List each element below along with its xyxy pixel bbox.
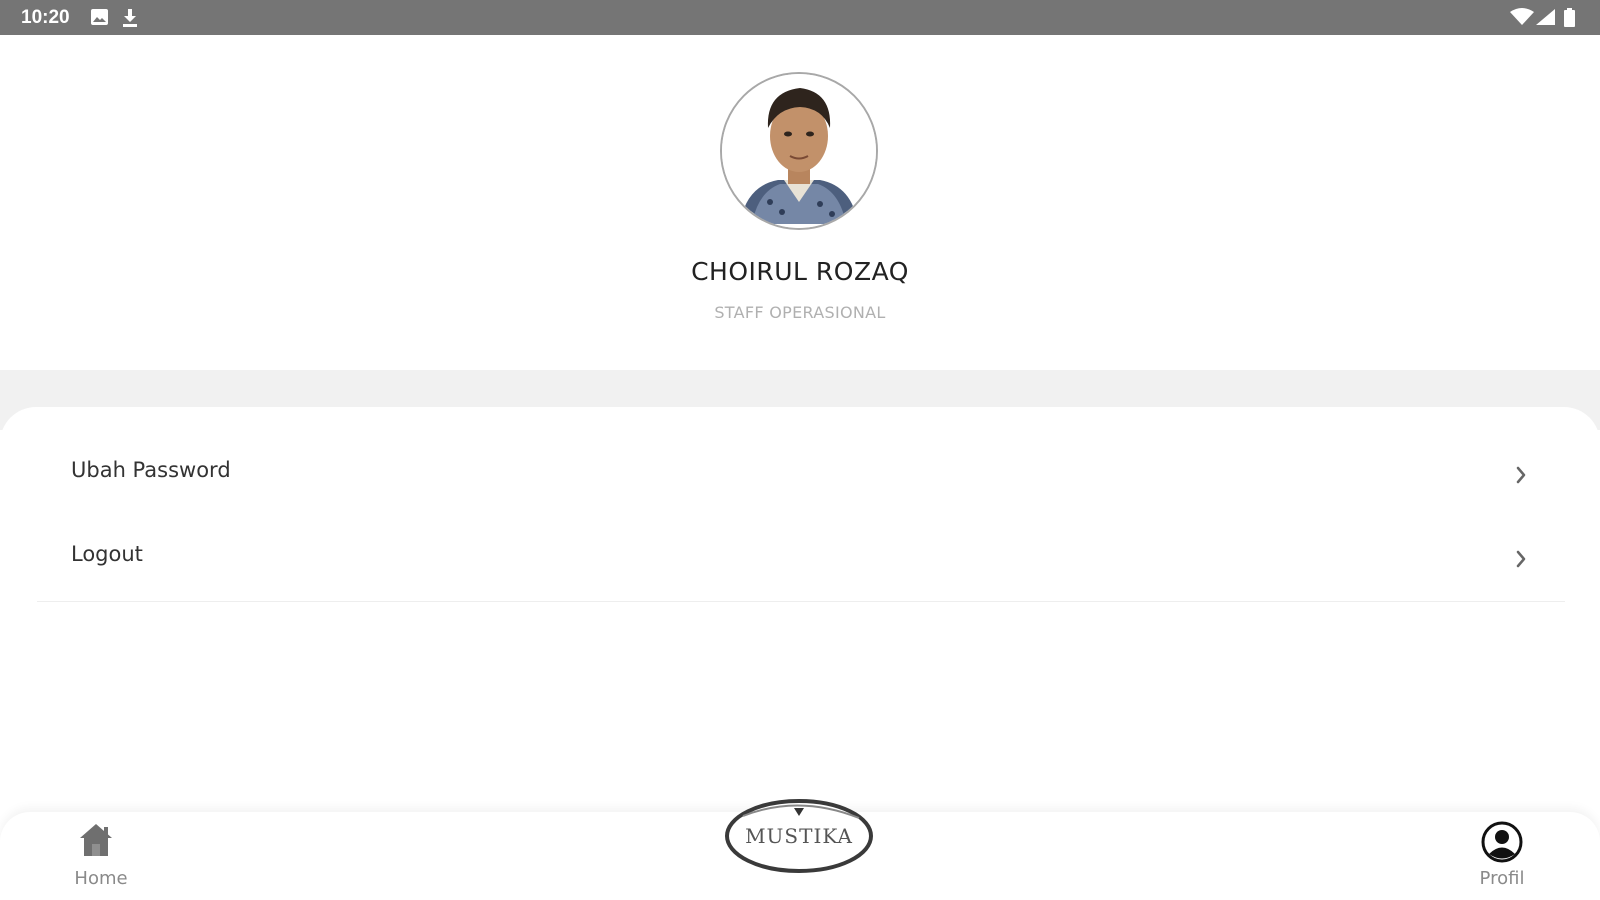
download-icon	[121, 8, 139, 32]
nav-profil[interactable]: Profil	[1452, 812, 1552, 900]
nav-profil-label: Profil	[1479, 868, 1525, 889]
battery-icon	[1564, 8, 1575, 31]
wifi-icon	[1510, 8, 1534, 30]
profile-name: CHOIRUL ROZAQ	[691, 257, 909, 286]
avatar-photo	[722, 74, 876, 228]
profile-header: CHOIRUL ROZAQ STAFF OPERASIONAL	[0, 35, 1600, 370]
status-time: 10:20	[21, 7, 70, 28]
account-circle-icon	[1481, 821, 1523, 867]
menu-item-label: Logout	[71, 542, 143, 566]
avatar	[720, 72, 878, 230]
menu-item-label: Ubah Password	[71, 458, 231, 482]
mustika-logo[interactable]: MUSTIKA	[723, 794, 875, 876]
menu-item-logout[interactable]: Logout	[37, 517, 1565, 602]
nav-home-label: Home	[74, 868, 128, 889]
signal-icon	[1536, 8, 1556, 30]
chevron-right-icon	[1515, 549, 1527, 573]
menu-item-ubah-password[interactable]: Ubah Password	[37, 433, 1565, 517]
image-notification-icon	[90, 8, 109, 30]
status-bar: 10:20	[0, 0, 1600, 35]
logo-text: MUSTIKA	[745, 824, 853, 848]
home-icon	[78, 822, 114, 862]
chevron-right-icon	[1515, 465, 1527, 489]
menu-card: Ubah Password Logout	[0, 407, 1600, 817]
profile-role: STAFF OPERASIONAL	[714, 303, 886, 322]
nav-home[interactable]: Home	[51, 812, 151, 900]
